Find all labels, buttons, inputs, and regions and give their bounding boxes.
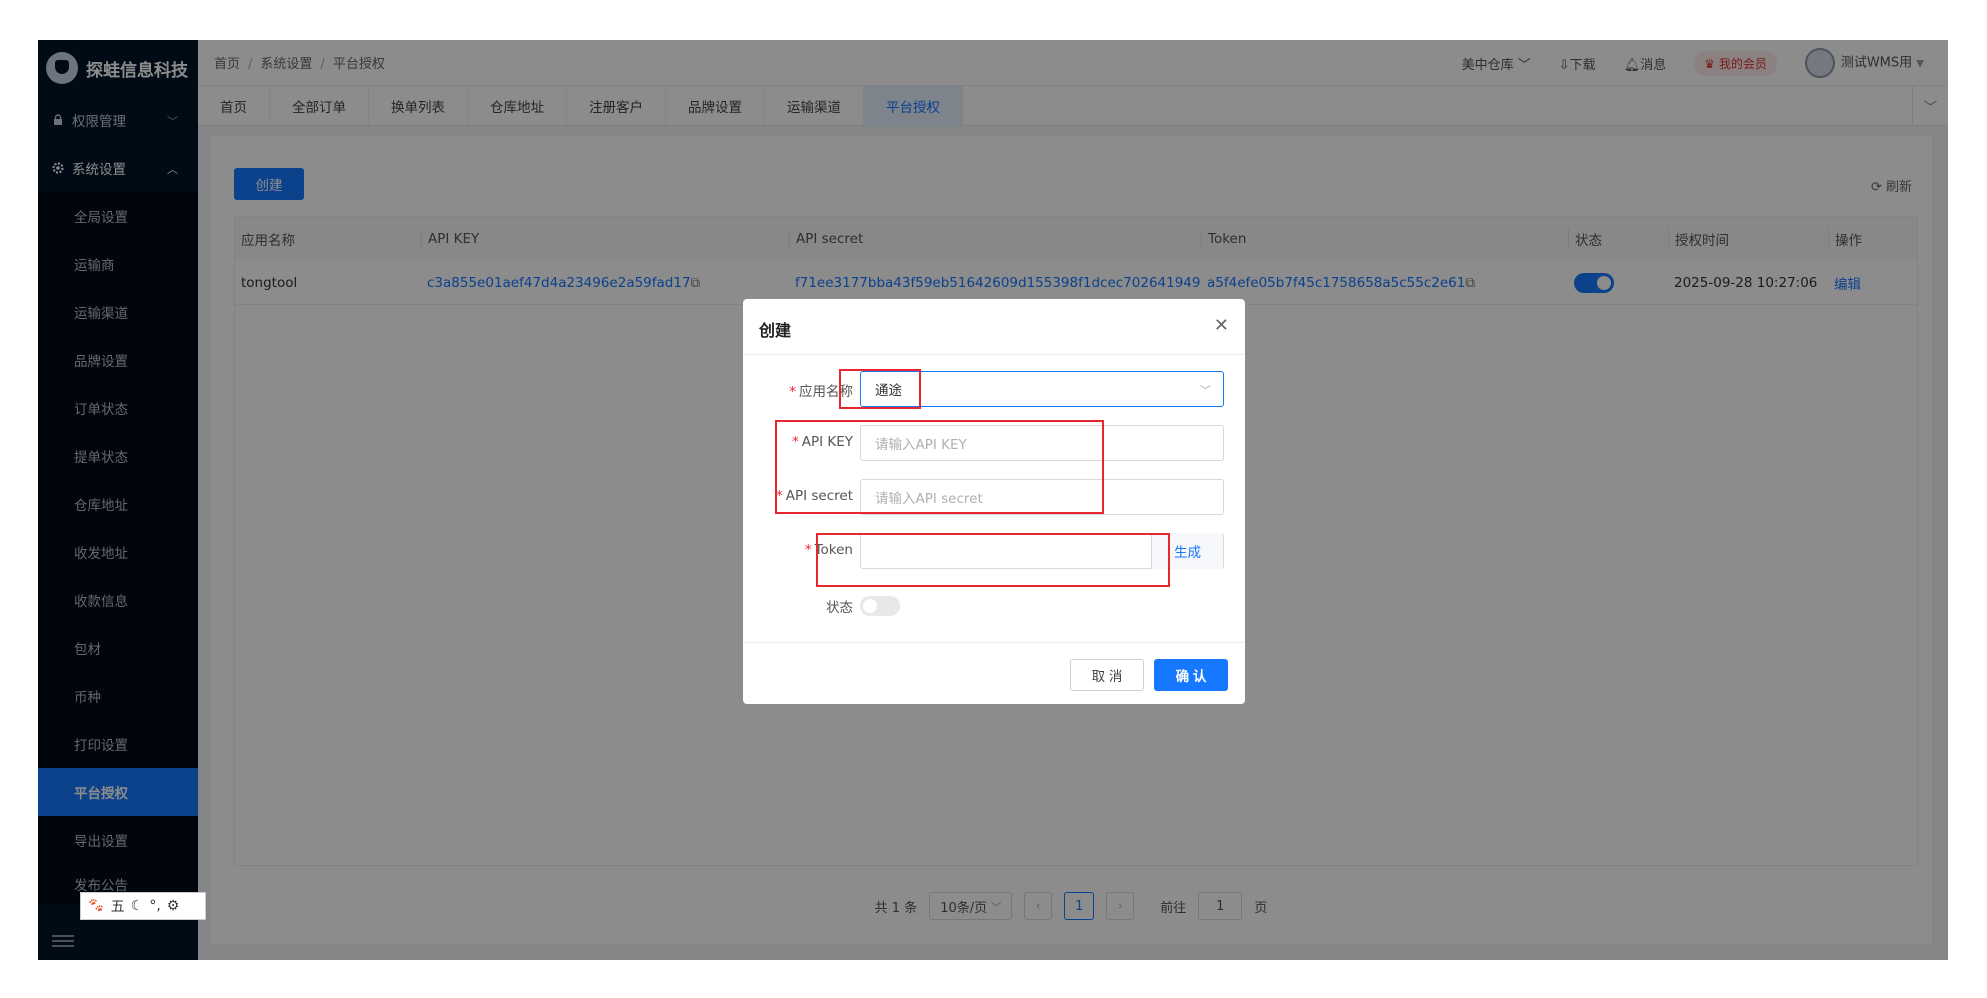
chevron-down-icon: ﹀ <box>1200 384 1211 397</box>
gear-icon[interactable]: ⚙ <box>167 898 180 914</box>
punctuation-icon[interactable]: °, <box>149 898 160 914</box>
paw-icon[interactable]: 🐾︎ <box>87 898 105 914</box>
form-row-status: 状态 <box>743 587 1245 623</box>
cancel-button[interactable]: 取 消 <box>1070 659 1144 691</box>
app-window: 探蛙信息科技 权限管理 ﹀ 系统设置 ︿ 全局设置 运输商 运输渠道 品牌设置 … <box>38 40 1948 960</box>
divider <box>743 354 1245 355</box>
status-toggle[interactable] <box>860 596 900 616</box>
close-icon[interactable]: ✕ <box>1214 315 1229 336</box>
confirm-button[interactable]: 确 认 <box>1154 659 1228 691</box>
ime-toolbar: 🐾︎ 五 ☾ °, ⚙ <box>80 892 206 920</box>
field-label: 状态 <box>826 600 853 616</box>
highlight-box-token <box>816 533 1170 587</box>
divider <box>743 642 1245 643</box>
form-row-app-name: * 应用名称 通途 ﹀ <box>743 371 1245 407</box>
ime-mode[interactable]: 五 <box>111 896 125 916</box>
dialog-title: 创建 <box>759 321 792 340</box>
highlight-box-credentials <box>775 420 1104 514</box>
moon-icon[interactable]: ☾ <box>131 898 144 914</box>
highlight-box-app-name <box>839 369 921 409</box>
